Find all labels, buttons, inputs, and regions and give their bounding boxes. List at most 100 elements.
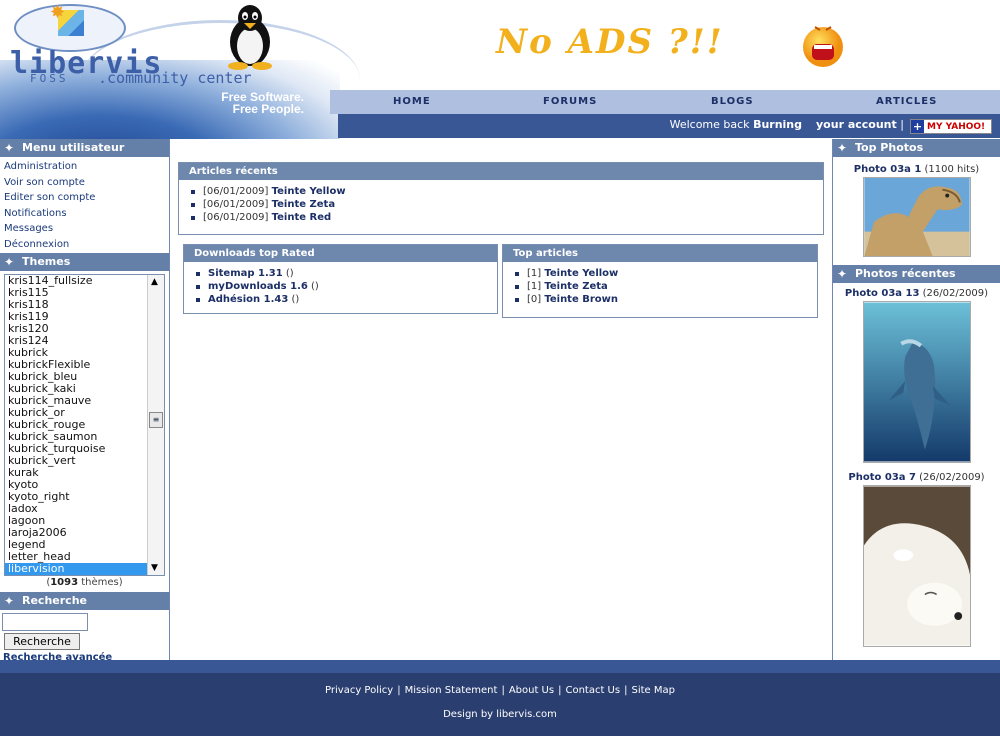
theme-select-list[interactable]: kris114_fullsize kris115 kris118 kris119 kri…	[4, 274, 165, 576]
footer-contact-link[interactable]: Contact Us	[565, 685, 620, 696]
article-link[interactable]: Teinte Brown	[544, 294, 618, 305]
logo-subtitle: .community center	[98, 69, 252, 87]
user-bar: Welcome back Burning your account | + MY…	[338, 114, 1000, 138]
article-link[interactable]: Teinte Zeta	[544, 281, 607, 292]
scroll-down-icon[interactable]: ▼	[151, 563, 158, 573]
site-footer: Privacy Policy | Mission Statement | About U…	[0, 673, 1000, 736]
downloads-box: Downloads top Rated Sitemap 1.31 () myDo…	[183, 244, 498, 314]
article-link[interactable]: Teinte Red	[272, 212, 332, 223]
list-item: [1] Teinte Yellow	[515, 267, 817, 280]
list-item: Sitemap 1.31 ()	[196, 267, 497, 280]
menu-messages[interactable]: Messages	[0, 221, 169, 237]
footer-links: Privacy Policy | Mission Statement | About U…	[0, 685, 1000, 699]
list-item: myDownloads 1.6 ()	[196, 280, 497, 293]
footer-privacy-link[interactable]: Privacy Policy	[325, 685, 393, 696]
top-photos-title-text: Top Photos	[855, 141, 924, 154]
article-count: [1]	[527, 268, 542, 279]
article-date: [06/01/2009]	[203, 199, 269, 210]
user-menu-title: ✦ Menu utilisateur	[0, 139, 169, 157]
scroll-thumb[interactable]: ≡	[149, 412, 163, 428]
recent-articles-list: [06/01/2009] Teinte Yellow [06/01/2009] …	[179, 180, 823, 224]
menu-administration[interactable]: Administration	[0, 159, 169, 175]
search-button[interactable]: Recherche	[4, 633, 80, 650]
search-title-text: Recherche	[22, 594, 87, 607]
nav-articles[interactable]: ARTICLES	[876, 96, 937, 107]
logo-foss: FOSS	[30, 72, 69, 85]
photo-meta: (26/02/2009)	[915, 472, 985, 483]
site-header: ✸ libervis FOSS .community center Free S…	[0, 0, 1000, 139]
star-icon: ✦	[4, 141, 15, 155]
theme-count-number: 1093	[50, 577, 79, 588]
welcome-message: Welcome back Burning your account |	[670, 118, 904, 131]
download-extra: ()	[288, 294, 300, 305]
download-extra: ()	[307, 281, 319, 292]
tagline-line2: Free People.	[232, 102, 304, 116]
search-input[interactable]	[2, 613, 88, 631]
article-link[interactable]: Teinte Yellow	[272, 186, 346, 197]
polar-bear-photo[interactable]	[862, 485, 971, 647]
top-articles-list: [1] Teinte Yellow [1] Teinte Zeta [0] Te…	[503, 262, 817, 306]
article-link[interactable]: Teinte Zeta	[272, 199, 335, 210]
downloads-title: Downloads top Rated	[184, 245, 497, 262]
theme-count-suffix: thèmes)	[78, 577, 123, 588]
list-item: [06/01/2009] Teinte Red	[191, 211, 823, 224]
my-yahoo-label: MY YAHOO!	[927, 121, 986, 132]
top-articles-box: Top articles [1] Teinte Yellow [1] Teint…	[502, 244, 818, 318]
footer-separator: |	[624, 685, 628, 696]
list-item: [06/01/2009] Teinte Yellow	[191, 185, 823, 198]
scroll-up-icon[interactable]: ▲	[151, 277, 158, 287]
article-link[interactable]: Teinte Yellow	[544, 268, 618, 279]
tux-penguin-icon	[228, 5, 272, 70]
footer-separator: |	[397, 685, 401, 696]
theme-option[interactable]: libervision	[5, 563, 164, 575]
my-yahoo-button[interactable]: + MY YAHOO!	[910, 119, 992, 134]
menu-logout[interactable]: Déconnexion	[0, 237, 169, 253]
menu-view-account[interactable]: Voir son compte	[0, 175, 169, 191]
photo-meta: (26/02/2009)	[919, 288, 989, 299]
article-count: [1]	[527, 281, 542, 292]
recent-photos-title: ✦ Photos récentes	[833, 265, 1000, 283]
userbar-separator: |	[900, 118, 904, 131]
username: Burning	[753, 118, 803, 131]
footer-about-link[interactable]: About Us	[509, 685, 554, 696]
photo-caption: Photo 03a 7 (26/02/2009)	[833, 471, 1000, 485]
top-photo-caption: Photo 03a 1 (1100 hits)	[833, 163, 1000, 177]
theme-scrollbar[interactable]: ▲ ≡ ▼	[147, 275, 164, 575]
theme-options: kris114_fullsize kris115 kris118 kris119 kri…	[5, 275, 164, 575]
star-icon: ✦	[837, 267, 848, 281]
download-link[interactable]: Sitemap 1.31	[208, 268, 283, 279]
download-link[interactable]: myDownloads 1.6	[208, 281, 308, 292]
footer-sitemap-link[interactable]: Site Map	[631, 685, 674, 696]
themes-title-text: Themes	[22, 255, 71, 268]
menu-notifications[interactable]: Notifications	[0, 206, 169, 222]
main-content: Articles récents [06/01/2009] Teinte Yel…	[171, 139, 832, 660]
star-icon: ✦	[4, 255, 15, 269]
menu-edit-account[interactable]: Editer son compte	[0, 190, 169, 206]
plus-icon: +	[911, 120, 924, 133]
footer-mission-link[interactable]: Mission Statement	[405, 685, 498, 696]
nav-forums[interactable]: FORUMS	[543, 96, 597, 107]
left-sidebar: ✦ Menu utilisateur Administration Voir s…	[0, 139, 170, 663]
photo-meta: (1100 hits)	[921, 164, 980, 175]
photo-link[interactable]: Photo 03a 1	[854, 164, 922, 175]
nav-home[interactable]: HOME	[393, 96, 431, 107]
dolphin-photo[interactable]	[862, 301, 971, 463]
themes-title: ✦ Themes	[0, 253, 169, 271]
star-icon: ✦	[4, 594, 15, 608]
nav-blogs[interactable]: BLOGS	[711, 96, 754, 107]
recent-articles-title: Articles récents	[179, 163, 823, 180]
welcome-text: Welcome back	[669, 118, 750, 131]
article-date: [06/01/2009]	[203, 212, 269, 223]
theme-count: (1093 thèmes)	[0, 577, 169, 589]
footer-separator: |	[558, 685, 562, 696]
logo-sun-icon: ✸	[50, 2, 66, 23]
your-account-link[interactable]: your account	[816, 118, 897, 131]
main-nav: HOME FORUMS BLOGS ARTICLES	[330, 90, 1000, 114]
download-link[interactable]: Adhésion 1.43	[208, 294, 288, 305]
download-extra: ()	[282, 268, 294, 279]
downloads-list: Sitemap 1.31 () myDownloads 1.6 () Adhés…	[184, 262, 497, 306]
photo-link[interactable]: Photo 03a 7	[848, 472, 916, 483]
top-articles-title: Top articles	[503, 245, 817, 262]
photo-link[interactable]: Photo 03a 13	[845, 288, 920, 299]
camel-photo[interactable]	[862, 177, 971, 257]
